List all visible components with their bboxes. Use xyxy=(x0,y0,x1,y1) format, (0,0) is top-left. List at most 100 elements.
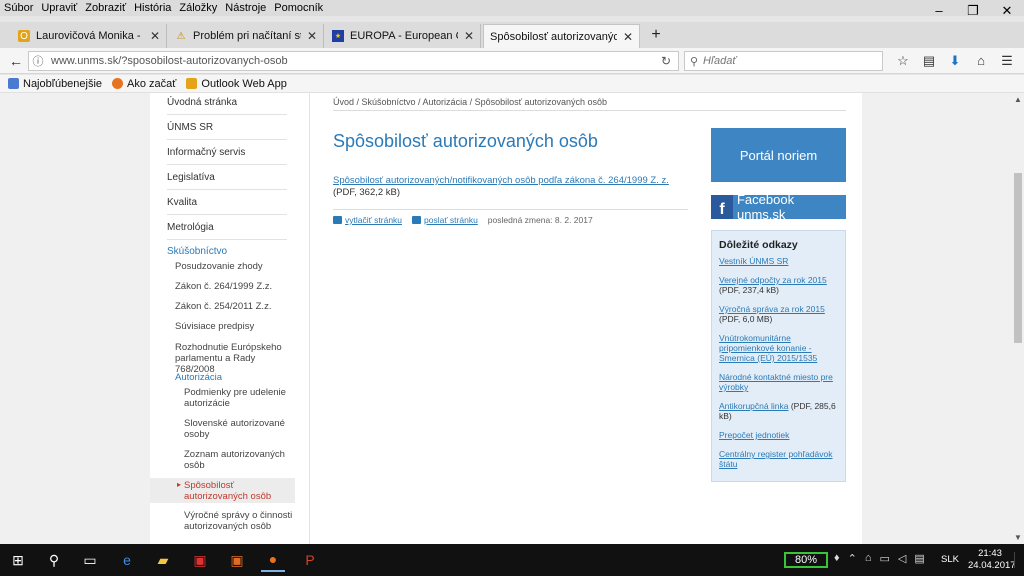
tab-label: Problém pri načítaní stránky xyxy=(193,30,301,42)
bookmark-label: Najobľúbenejšie xyxy=(23,77,103,90)
sidebar-sub2-annual-reports[interactable]: Výročné správy o činnosti autorizovaných… xyxy=(184,510,296,532)
clock[interactable]: 21:43 24.04.2017 xyxy=(968,548,1016,572)
clock-time: 21:43 xyxy=(978,548,1002,559)
sidebar-sub2-conditions[interactable]: Podmienky pre udelenie autorizácie xyxy=(184,387,296,409)
sidebar-sub-conformity[interactable]: Posudzovanie zhody xyxy=(175,261,295,272)
scroll-down-icon[interactable]: ▼ xyxy=(1012,533,1024,542)
sidebar-sub-authorization[interactable]: Autorizácia xyxy=(175,372,295,383)
zoom-indicator[interactable]: 80% xyxy=(784,552,828,568)
app-orange-icon[interactable]: ▣ xyxy=(225,548,249,572)
page-title: Spôsobilosť autorizovaných osôb xyxy=(333,131,598,151)
search-icon[interactable]: ⚲ xyxy=(42,548,66,572)
tab-close-icon[interactable]: ✕ xyxy=(150,29,160,43)
link-vestnik[interactable]: Vestník ÚNMS SR xyxy=(719,256,788,266)
sidebar-item-info-service[interactable]: Informačný servis xyxy=(167,147,287,165)
sidebar-sub-law-264[interactable]: Zákon č. 264/1999 Z.z. xyxy=(175,281,295,292)
menu-edit[interactable]: Upraviť xyxy=(37,2,81,14)
facebook-button[interactable]: f Facebook unms.sk xyxy=(711,192,846,222)
tab-close-icon[interactable]: ✕ xyxy=(464,29,474,43)
message-icon[interactable]: ▤ xyxy=(914,552,924,565)
file-explorer-icon[interactable]: ▰ xyxy=(151,548,175,572)
reading-list-icon[interactable]: ▤ xyxy=(916,51,942,71)
menu-bookmarks[interactable]: Záložky xyxy=(175,2,221,14)
mic-icon[interactable]: ♦ xyxy=(834,552,840,565)
tab-europa[interactable]: ★ EUROPA - European Comm ✕ xyxy=(326,24,481,48)
sidebar-sub-decision[interactable]: Rozhodnutie Európskeho parlamentu a Rady… xyxy=(175,342,295,375)
restore-button[interactable]: ❐ xyxy=(956,0,990,22)
document-link[interactable]: Spôsobilosť autorizovaných/notifikovanýc… xyxy=(333,175,669,186)
link-central-register[interactable]: Centrálny register pohľadávok štátu xyxy=(719,449,833,469)
tab-problem[interactable]: ⚠ Problém pri načítaní stránky ✕ xyxy=(169,24,324,48)
sidebar-sub2-list[interactable]: Zoznam autorizovaných osôb xyxy=(184,449,296,471)
task-view-icon[interactable]: ▭ xyxy=(78,548,102,572)
link-meta: (PDF, 237,4 kB) xyxy=(719,285,779,295)
home-icon[interactable]: ⌂ xyxy=(968,51,994,71)
standards-portal-button[interactable]: Portál noriem xyxy=(711,128,846,182)
vertical-scrollbar[interactable]: ▲ ▼ xyxy=(1012,93,1024,544)
up-arrow-icon[interactable]: ⌃ xyxy=(848,552,857,565)
display-icon[interactable]: ▭ xyxy=(880,552,890,565)
new-tab-icon[interactable]: + xyxy=(648,26,664,44)
tab-active[interactable]: Spôsobilosť autorizovaných osôb ✕ xyxy=(483,24,640,48)
link-annual-report[interactable]: Výročná správa za rok 2015 xyxy=(719,304,825,314)
bookmarks-bar: Najobľúbenejšie Ako začať Outlook Web Ap… xyxy=(0,75,1024,93)
sidebar-item-home[interactable]: Úvodná stránka xyxy=(167,97,287,115)
minimize-button[interactable]: – xyxy=(922,0,956,22)
link-public-reports[interactable]: Verejné odpočty za rok 2015 xyxy=(719,275,827,285)
bookmark-folder-icon xyxy=(8,78,19,89)
download-icon[interactable]: ⬇ xyxy=(942,51,968,71)
sidebar-sub-law-254[interactable]: Zákon č. 254/2011 Z.z. xyxy=(175,301,295,312)
tab-close-icon[interactable]: ✕ xyxy=(307,29,317,43)
link-unit-conversion[interactable]: Prepočet jednotiek xyxy=(719,430,789,440)
bookmark-outlook-web-app[interactable]: Outlook Web App xyxy=(186,78,287,90)
nav-bar: ← ⓘ www.unms.sk/?sposobilost-autorizovan… xyxy=(0,48,1024,74)
app-red-icon[interactable]: ▣ xyxy=(188,548,212,572)
sidebar-item-active[interactable]: ▸ Spôsobilosť autorizovaných osôb xyxy=(150,478,295,503)
edge-icon[interactable]: e xyxy=(115,548,139,572)
search-input[interactable] xyxy=(703,55,873,67)
bookmark-getting-started[interactable]: Ako začať xyxy=(112,78,176,90)
bookmark-star-icon[interactable]: ☆ xyxy=(890,51,916,71)
link-anticorruption[interactable]: Antikorupčná linka xyxy=(719,401,788,411)
scroll-up-icon[interactable]: ▲ xyxy=(1012,95,1024,104)
print-page-link[interactable]: vytlačiť stránku xyxy=(333,215,402,225)
menu-history[interactable]: História xyxy=(130,2,175,14)
sidebar-item-metrology[interactable]: Metrológia xyxy=(167,222,287,240)
search-bar[interactable]: ⚲ xyxy=(684,51,883,71)
menu-view[interactable]: Zobraziť xyxy=(81,2,130,14)
sidebar-sub-regulations[interactable]: Súvisiace predpisy xyxy=(175,321,295,332)
menu-icon[interactable]: ☰ xyxy=(994,51,1020,71)
reload-icon[interactable]: ↻ xyxy=(654,54,678,68)
sidebar-item-testing[interactable]: Skúšobníctvo xyxy=(167,246,227,257)
outlook-icon xyxy=(186,78,198,89)
url-bar[interactable]: ⓘ www.unms.sk/?sposobilost-autorizovanyc… xyxy=(28,51,679,71)
sidebar-item-quality[interactable]: Kvalita xyxy=(167,197,287,215)
language-indicator[interactable]: SLK xyxy=(941,554,959,565)
tab-close-icon[interactable]: ✕ xyxy=(623,30,633,44)
windows-start-icon[interactable]: ⊞ xyxy=(6,548,30,572)
show-desktop-button[interactable] xyxy=(1014,552,1024,568)
breadcrumb[interactable]: Úvod / Skúšobníctvo / Autorizácia / Spôs… xyxy=(333,97,607,107)
url-text[interactable]: www.unms.sk/?sposobilost-autorizovanych-… xyxy=(47,55,654,67)
scroll-thumb[interactable] xyxy=(1014,173,1022,343)
powerpoint-icon[interactable]: P xyxy=(298,548,322,572)
link-contact-point[interactable]: Národné kontaktné miesto pre výrobky xyxy=(719,372,833,392)
facebook-icon: f xyxy=(711,195,733,219)
firefox-icon[interactable]: ● xyxy=(261,548,285,572)
clock-date: 24.04.2017 xyxy=(968,560,1016,571)
sidebar-item-unms[interactable]: ÚNMS SR xyxy=(167,122,287,140)
link-intracommunity[interactable]: Vnútrokomunitárne pripomienkové konanie … xyxy=(719,333,817,363)
bookmark-most-visited[interactable]: Najobľúbenejšie xyxy=(8,78,102,90)
tab-outlook[interactable]: O Laurovičová Monika - Outlo ✕ xyxy=(12,24,167,48)
back-arrow-icon[interactable]: ← xyxy=(6,51,26,71)
menu-tools[interactable]: Nástroje xyxy=(221,2,270,14)
sidebar-sub2-slovak-persons[interactable]: Slovenské autorizované osoby xyxy=(184,418,296,440)
close-window-button[interactable]: ✕ xyxy=(990,0,1024,22)
menu-help[interactable]: Pomocník xyxy=(270,2,327,14)
info-icon[interactable]: ⓘ xyxy=(29,53,47,69)
send-page-link[interactable]: poslať stránku xyxy=(412,215,478,225)
sidebar-item-legislation[interactable]: Legislatíva xyxy=(167,172,287,190)
network-icon[interactable]: ⌂ xyxy=(865,552,872,565)
menu-file[interactable]: Súbor xyxy=(0,2,37,14)
volume-icon[interactable]: ◁ xyxy=(898,552,906,565)
